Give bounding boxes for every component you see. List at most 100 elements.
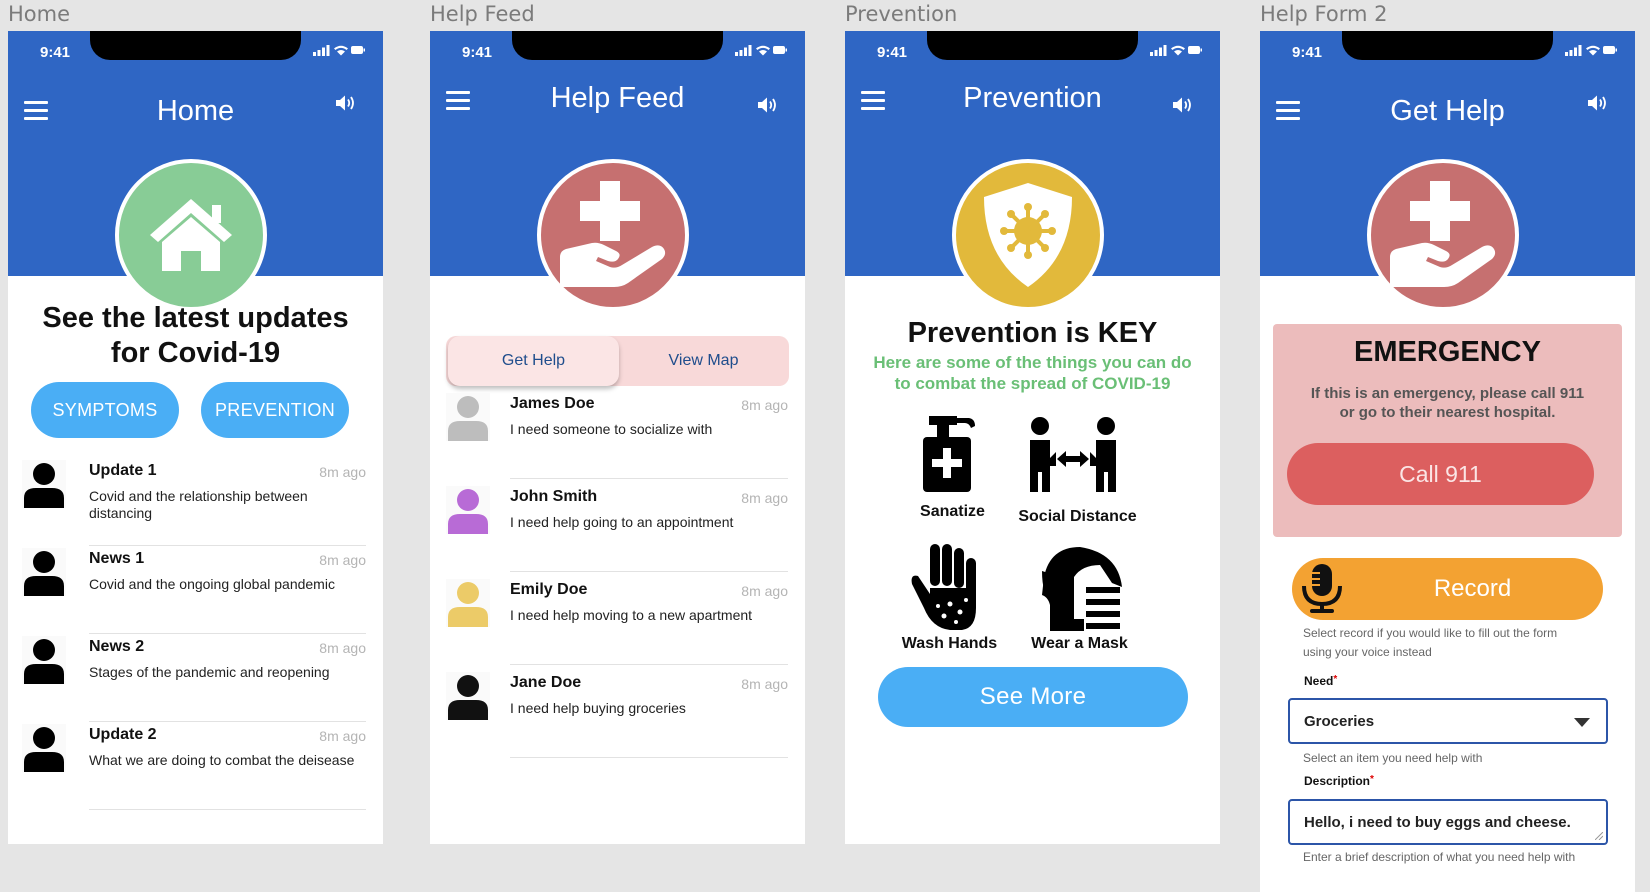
description-hint: Enter a brief description of what you ne… [1303, 850, 1576, 864]
house-icon [115, 159, 267, 311]
description-textarea[interactable]: Hello, i need to buy eggs and cheese. [1288, 799, 1608, 845]
emergency-text-line2: or go to their nearest hospital. [1339, 404, 1556, 421]
item-time: 8m ago [319, 728, 366, 744]
item-text: What we are doing to combat the deisease [89, 752, 355, 768]
item-time: 8m ago [319, 552, 366, 568]
prevention-screen: 9:41 Prevention Prevention is KEY Here a… [845, 31, 1220, 844]
status-icons [1565, 45, 1617, 56]
description-label: Description* [1304, 774, 1374, 788]
divider [510, 757, 788, 758]
status-time: 9:41 [40, 44, 71, 61]
item-name: Jane Doe [510, 674, 582, 691]
mask-icon [1042, 547, 1122, 631]
status-icons [1150, 45, 1202, 56]
help-form-screen: 9:41 Get Help EMERGENCY If this is an em… [1260, 31, 1635, 892]
person-icon [22, 636, 66, 684]
frame-label-help-feed: Help Feed [430, 2, 535, 26]
wash-hands-icon [911, 544, 976, 630]
tab-view-map[interactable]: View Map [618, 336, 789, 386]
item-name: Emily Doe [510, 581, 588, 598]
list-item[interactable]: Emily Doe 8m ago I need help moving to a… [430, 575, 805, 665]
prevention-button[interactable]: PREVENTION [201, 382, 349, 438]
item-title: News 2 [89, 638, 145, 655]
person-icon [446, 486, 490, 534]
speaker-icon[interactable] [1172, 96, 1194, 114]
speaker-icon[interactable] [335, 94, 357, 112]
notch [927, 31, 1138, 60]
list-item[interactable]: James Doe 8m ago I need someone to socia… [430, 389, 805, 479]
emergency-title: EMERGENCY [1354, 336, 1541, 368]
frame-label-prevention: Prevention [845, 2, 958, 26]
item-name: John Smith [510, 488, 598, 505]
page-title: Help Feed [550, 82, 685, 114]
headline: Prevention is KEY [907, 317, 1158, 349]
emergency-card: EMERGENCY If this is an emergency, pleas… [1273, 324, 1622, 537]
speaker-icon[interactable] [757, 96, 779, 114]
need-label: Need* [1304, 674, 1338, 688]
wash-hands-label: Wash Hands [901, 635, 998, 652]
person-icon [446, 672, 490, 720]
page-title: Home [156, 95, 235, 127]
frame-label-help-form: Help Form 2 [1260, 2, 1388, 26]
item-title: Update 2 [89, 726, 157, 743]
headline: See the latest updates for Covid-19 [42, 302, 349, 369]
item-name: James Doe [510, 395, 595, 412]
divider [510, 478, 788, 479]
item-title: News 1 [89, 550, 145, 567]
item-text: I need someone to socialize with [510, 421, 713, 437]
status-time: 9:41 [462, 44, 493, 61]
status-icons [313, 45, 365, 56]
need-value: Groceries [1304, 712, 1375, 730]
frame-label-home: Home [8, 2, 71, 26]
symptoms-button[interactable]: SYMPTOMS [31, 382, 179, 438]
call-911-button[interactable]: Call 911 [1287, 443, 1594, 505]
sanitizer-icon [923, 416, 975, 492]
home-screen: 9:41 Home See the latest updates for Cov… [8, 31, 383, 844]
item-time: 8m ago [741, 676, 788, 692]
social-distance-label: Social Distance [1018, 508, 1137, 525]
person-icon [22, 460, 66, 508]
list-item[interactable]: Update 1 8m ago Covid and the relationsh… [8, 456, 383, 546]
item-title: Update 1 [89, 462, 157, 479]
item-time: 8m ago [741, 397, 788, 413]
item-text: I need help buying groceries [510, 700, 686, 716]
record-hint-line1: Select record if you would like to fill … [1303, 626, 1558, 640]
chevron-down-icon [1574, 718, 1590, 727]
subheadline-line1: Here are some of the things you can do [873, 353, 1192, 372]
record-button[interactable]: Record [1292, 558, 1603, 620]
status-time: 9:41 [877, 44, 908, 61]
status-time: 9:41 [1292, 44, 1323, 61]
sanitize-label: Sanatize [920, 503, 985, 520]
list-item[interactable]: News 1 8m ago Covid and the ongoing glob… [8, 544, 383, 634]
person-icon [22, 724, 66, 772]
notch [90, 31, 301, 60]
help-feed-screen: 9:41 Help Feed Get Help View Map James D… [430, 31, 805, 844]
subheadline-line2: to combat the spread of COVID-19 [894, 374, 1171, 393]
person-icon [22, 548, 66, 596]
need-select[interactable]: Groceries [1288, 698, 1608, 744]
item-time: 8m ago [319, 640, 366, 656]
item-time: 8m ago [741, 490, 788, 506]
item-time: 8m ago [741, 583, 788, 599]
record-hint-line2: using your voice instead [1303, 645, 1432, 659]
resize-handle-icon[interactable] [1595, 832, 1603, 840]
see-more-button[interactable]: See More [878, 667, 1188, 727]
feed-tabs: Get Help View Map [446, 336, 789, 386]
list-item[interactable]: John Smith 8m ago I need help going to a… [430, 482, 805, 572]
speaker-icon[interactable] [1587, 94, 1609, 112]
microphone-icon [1302, 564, 1342, 613]
list-item[interactable]: Update 2 8m ago What we are doing to com… [8, 720, 383, 810]
tab-get-help[interactable]: Get Help [448, 336, 619, 386]
emergency-text-line1: If this is an emergency, please call 911 [1310, 385, 1585, 402]
divider [510, 571, 788, 572]
list-item[interactable]: News 2 8m ago Stages of the pandemic and… [8, 632, 383, 722]
item-time: 8m ago [319, 464, 366, 480]
page-title: Get Help [1390, 95, 1505, 127]
notch [1342, 31, 1553, 60]
person-icon [446, 393, 490, 441]
list-item[interactable]: Jane Doe 8m ago I need help buying groce… [430, 668, 805, 758]
need-hint: Select an item you need help with [1303, 751, 1483, 765]
wear-mask-label: Wear a Mask [1031, 635, 1128, 652]
person-icon [446, 579, 490, 627]
item-text: Covid and the ongoing global pandemic [89, 576, 335, 592]
